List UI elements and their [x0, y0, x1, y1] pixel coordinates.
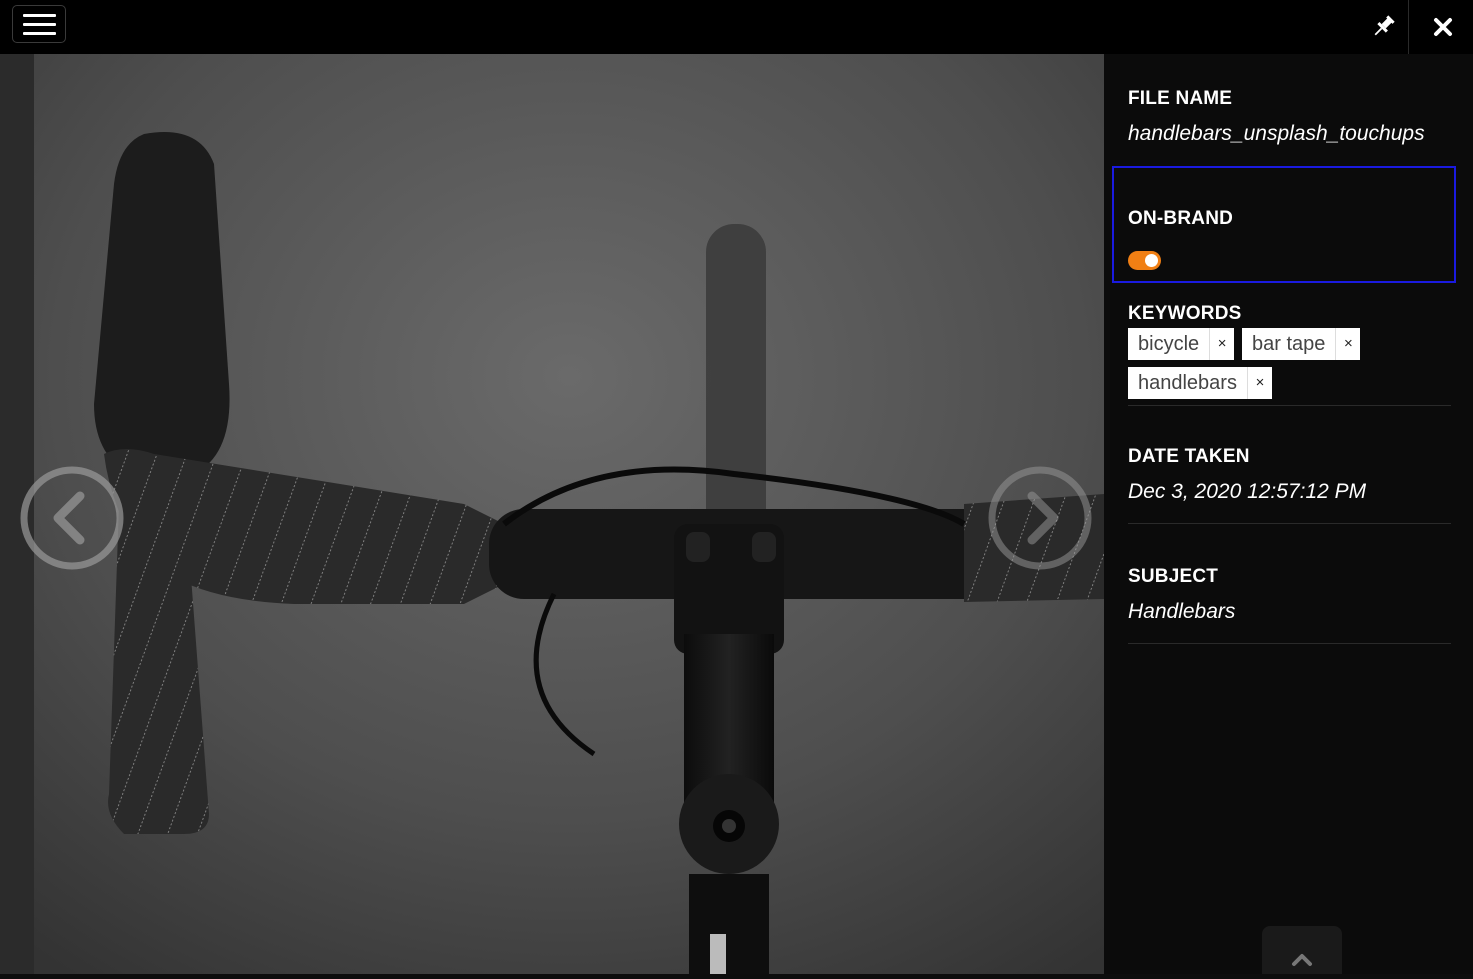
pin-button[interactable]: [1358, 0, 1408, 54]
chevron-left-icon: [20, 466, 124, 570]
handlebars-photo: [34, 54, 1104, 974]
section-divider: [1128, 405, 1451, 406]
date-taken-value: Dec 3, 2020 12:57:12 PM: [1128, 480, 1367, 503]
section-divider: [1128, 643, 1451, 644]
keyword-tag: bar tape ×: [1242, 328, 1361, 360]
toolbar-divider: [1408, 0, 1409, 54]
close-button[interactable]: [1412, 0, 1473, 54]
file-name-value: handlebars_unsplash_touchups: [1128, 122, 1425, 145]
details-panel: FILE NAME handlebars_unsplash_touchups O…: [1104, 54, 1473, 974]
remove-keyword-button[interactable]: ×: [1246, 367, 1272, 399]
pin-icon: [1374, 15, 1395, 36]
chevron-up-icon: [1292, 954, 1312, 966]
next-image-button[interactable]: [988, 466, 1092, 570]
previous-image-button[interactable]: [20, 466, 124, 570]
file-name-label: FILE NAME: [1128, 88, 1233, 109]
keyword-tag: handlebars ×: [1128, 367, 1272, 399]
toggle-knob: [1145, 254, 1158, 267]
on-brand-label: ON-BRAND: [1128, 208, 1234, 229]
date-taken-label: DATE TAKEN: [1128, 446, 1250, 467]
on-brand-toggle[interactable]: [1128, 251, 1161, 270]
chevron-right-icon: [988, 466, 1092, 570]
keyword-tag-label: bar tape: [1252, 333, 1326, 355]
subject-value: Handlebars: [1128, 600, 1236, 623]
remove-keyword-button[interactable]: ×: [1209, 328, 1234, 360]
keywords-label: KEYWORDS: [1128, 303, 1242, 324]
image-viewer: [0, 54, 1104, 974]
subject-label: SUBJECT: [1128, 566, 1219, 587]
menu-button[interactable]: [12, 5, 66, 43]
keyword-tag-label: handlebars: [1138, 372, 1237, 394]
close-icon: [1434, 18, 1452, 36]
scroll-to-top-button[interactable]: [1262, 926, 1342, 974]
top-toolbar: [0, 0, 1473, 54]
remove-keyword-button[interactable]: ×: [1335, 328, 1360, 360]
section-divider: [1128, 523, 1451, 524]
keyword-tag: bicycle ×: [1128, 328, 1235, 360]
keyword-tag-label: bicycle: [1138, 333, 1200, 355]
